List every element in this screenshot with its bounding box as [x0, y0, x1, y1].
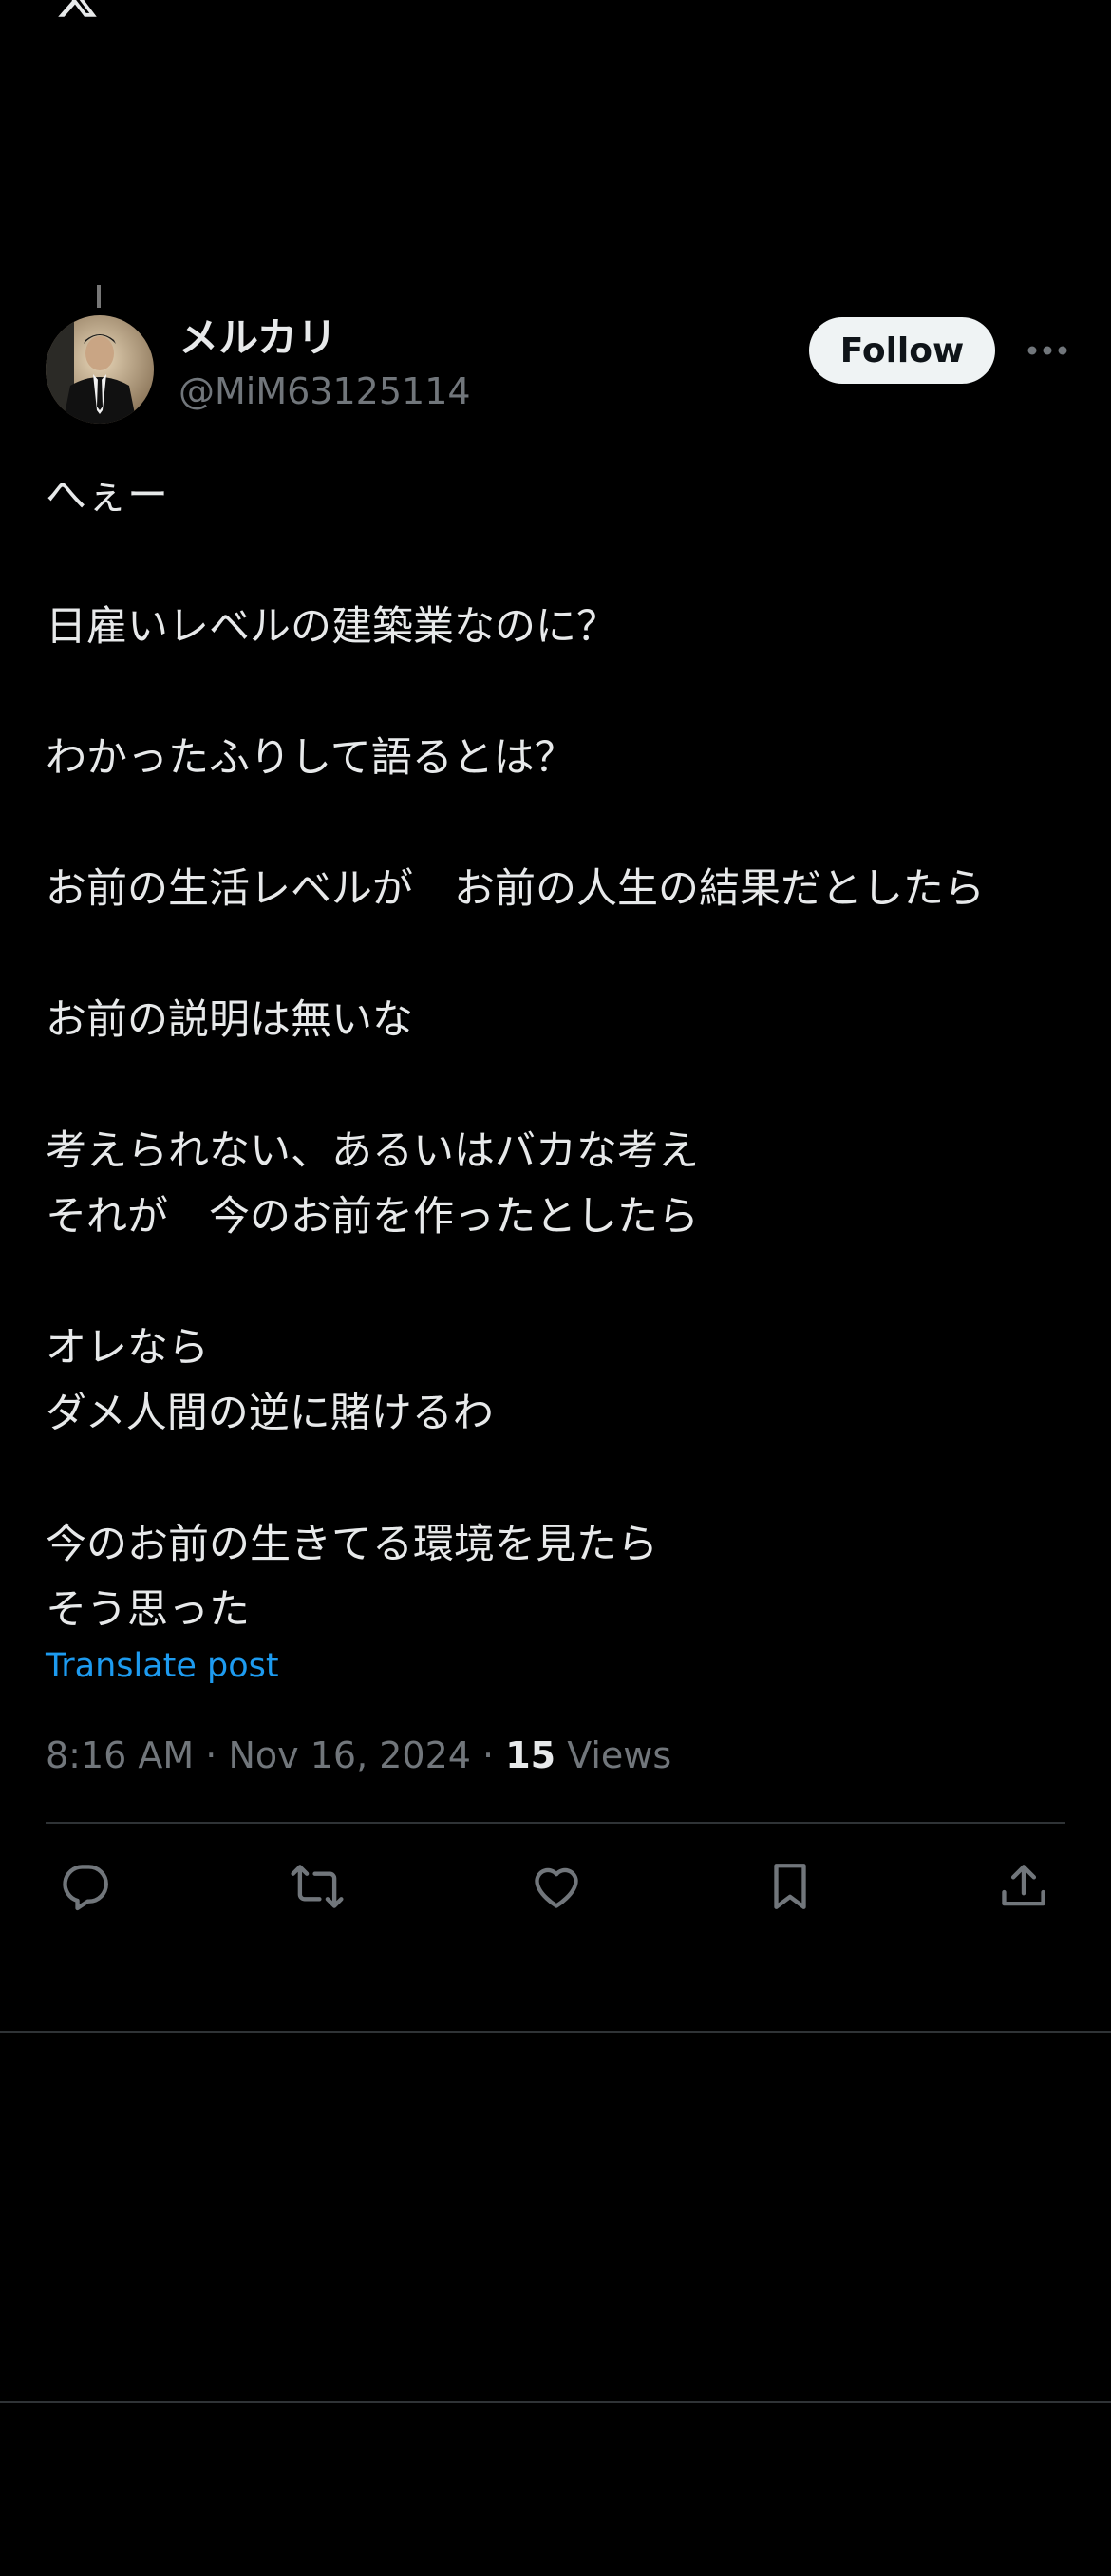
- views-count: 15: [505, 1734, 556, 1776]
- more-dots-icon: [1027, 346, 1067, 355]
- avatar-decoration: [97, 285, 101, 308]
- post-meta: 8:16 AM · Nov 16, 2024 · 15 Views: [46, 1731, 1065, 1780]
- post-header: メルカリ @MiM63125114 Follow: [46, 285, 1067, 427]
- repost-icon: [291, 1865, 344, 1908]
- like-button[interactable]: [526, 1856, 587, 1917]
- post-text: へぇー 日雇いレベルの建築業なのに？ わかったふりして語るとは？ お前の生活レベ…: [46, 472, 985, 1634]
- translate-post-link[interactable]: Translate post: [46, 1643, 1065, 1689]
- post: メルカリ @MiM63125114 Follow へぇー 日雇いレベルの建築業な…: [46, 285, 1067, 1953]
- author-names: メルカリ @MiM63125114: [179, 312, 471, 418]
- reply-icon: [63, 1865, 108, 1911]
- bookmark-button[interactable]: [760, 1856, 820, 1917]
- x-logo-icon[interactable]: [46, 0, 108, 21]
- repost-button[interactable]: [287, 1856, 348, 1917]
- divider: [0, 2401, 1111, 2403]
- follow-button[interactable]: Follow: [809, 317, 995, 384]
- divider: [0, 2031, 1111, 2033]
- action-bar: [46, 1824, 1065, 1953]
- author-handle[interactable]: @MiM63125114: [179, 365, 471, 418]
- bookmark-icon: [774, 1864, 806, 1909]
- avatar[interactable]: [46, 315, 154, 424]
- author-display-name[interactable]: メルカリ: [179, 312, 471, 365]
- post-date[interactable]: Nov 16, 2024: [228, 1734, 470, 1776]
- share-icon: [1002, 1865, 1045, 1906]
- views-label: Views: [567, 1734, 672, 1776]
- meta-separator: ·: [482, 1734, 506, 1776]
- more-options-button[interactable]: [1024, 327, 1071, 374]
- post-time[interactable]: 8:16 AM: [46, 1734, 194, 1776]
- share-button[interactable]: [993, 1856, 1054, 1917]
- reply-button[interactable]: [55, 1856, 116, 1917]
- meta-separator: ·: [205, 1734, 229, 1776]
- heart-icon: [535, 1867, 578, 1908]
